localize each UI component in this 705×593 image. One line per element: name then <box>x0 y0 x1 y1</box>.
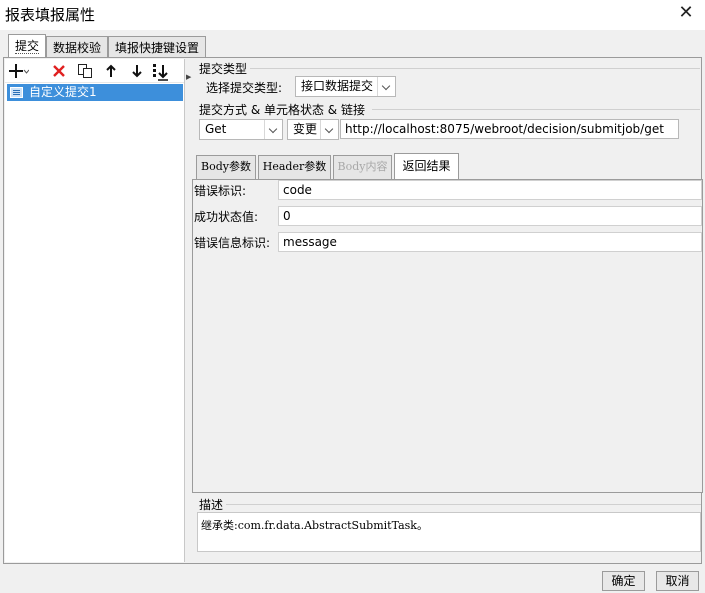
error-message-label: 错误信息标识: <box>194 236 271 250</box>
tab-return-result[interactable]: 返回结果 <box>394 153 459 180</box>
submit-type-label: 选择提交类型: <box>206 81 283 95</box>
tab-body-content: Body内容 <box>333 155 392 179</box>
window-title: 报表填报属性 <box>5 6 96 24</box>
success-status-input[interactable]: 0 <box>278 206 702 226</box>
submit-type-value: 接口数据提交 <box>301 79 374 93</box>
ok-button[interactable]: 确定 <box>602 571 645 591</box>
delete-button[interactable] <box>49 61 69 81</box>
submit-list-panel: 自定义提交1 <box>5 59 185 562</box>
cell-state-value: 变更 <box>293 122 318 136</box>
copy-button[interactable] <box>75 61 95 81</box>
panel-splitter[interactable]: ▶ <box>185 59 191 562</box>
close-icon[interactable]: ✕ <box>675 2 697 24</box>
group-divider <box>372 109 700 110</box>
submit-type-legend: 提交类型 <box>199 62 248 76</box>
cell-state-select[interactable]: 变更 <box>287 119 339 140</box>
arrow-down-icon <box>132 65 142 78</box>
success-status-label: 成功状态值: <box>194 210 259 224</box>
cancel-button[interactable]: 取消 <box>656 571 699 591</box>
chevron-down-icon <box>377 77 395 96</box>
move-up-button[interactable] <box>101 61 121 81</box>
return-result-panel: 错误标识: code 成功状态值: 0 错误信息标识: message <box>192 179 703 493</box>
copy-icon <box>78 64 92 78</box>
plus-icon <box>9 64 29 78</box>
group-divider <box>226 504 701 505</box>
tab-data-validation[interactable]: 数据校验 <box>46 36 109 58</box>
move-down-button[interactable] <box>127 61 147 81</box>
submit-method-legend: 提交方式 & 单元格状态 & 链接 <box>199 103 365 117</box>
submit-type-select[interactable]: 接口数据提交 <box>295 76 396 97</box>
top-tab-bar: 提交 数据校验 填报快捷键设置 <box>0 30 705 59</box>
tab-header-params[interactable]: Header参数 <box>258 155 331 179</box>
collapse-arrow-icon[interactable]: ▶ <box>186 73 191 81</box>
chevron-down-icon <box>264 120 282 139</box>
submit-item-icon <box>10 87 23 98</box>
error-flag-label: 错误标识: <box>194 184 247 198</box>
arrow-up-icon <box>106 64 116 77</box>
error-flag-input[interactable]: code <box>278 180 702 200</box>
group-divider <box>250 68 700 69</box>
list-item-label: 自定义提交1 <box>29 85 97 99</box>
url-input[interactable]: http://localhost:8075/webroot/decision/s… <box>340 119 679 139</box>
move-to-bottom-button[interactable] <box>151 61 171 81</box>
method-select[interactable]: Get <box>199 119 283 140</box>
tab-submit[interactable]: 提交 <box>8 34 47 59</box>
description-legend: 描述 <box>199 498 224 512</box>
method-value: Get <box>205 122 227 136</box>
list-toolbar <box>5 59 184 83</box>
move-to-bottom-icon <box>153 64 168 81</box>
red-x-icon <box>53 65 65 77</box>
tab-shortcut-settings[interactable]: 填报快捷键设置 <box>108 36 207 58</box>
tab-body-params[interactable]: Body参数 <box>196 155 256 179</box>
description-text: 继承类:com.fr.data.AbstractSubmitTask。 <box>197 512 701 552</box>
add-button[interactable] <box>9 61 29 81</box>
chevron-down-icon <box>320 120 338 139</box>
list-item[interactable]: 自定义提交1 <box>7 84 183 101</box>
title-bar: 报表填报属性 ✕ <box>0 0 705 30</box>
error-message-input[interactable]: message <box>278 232 702 252</box>
